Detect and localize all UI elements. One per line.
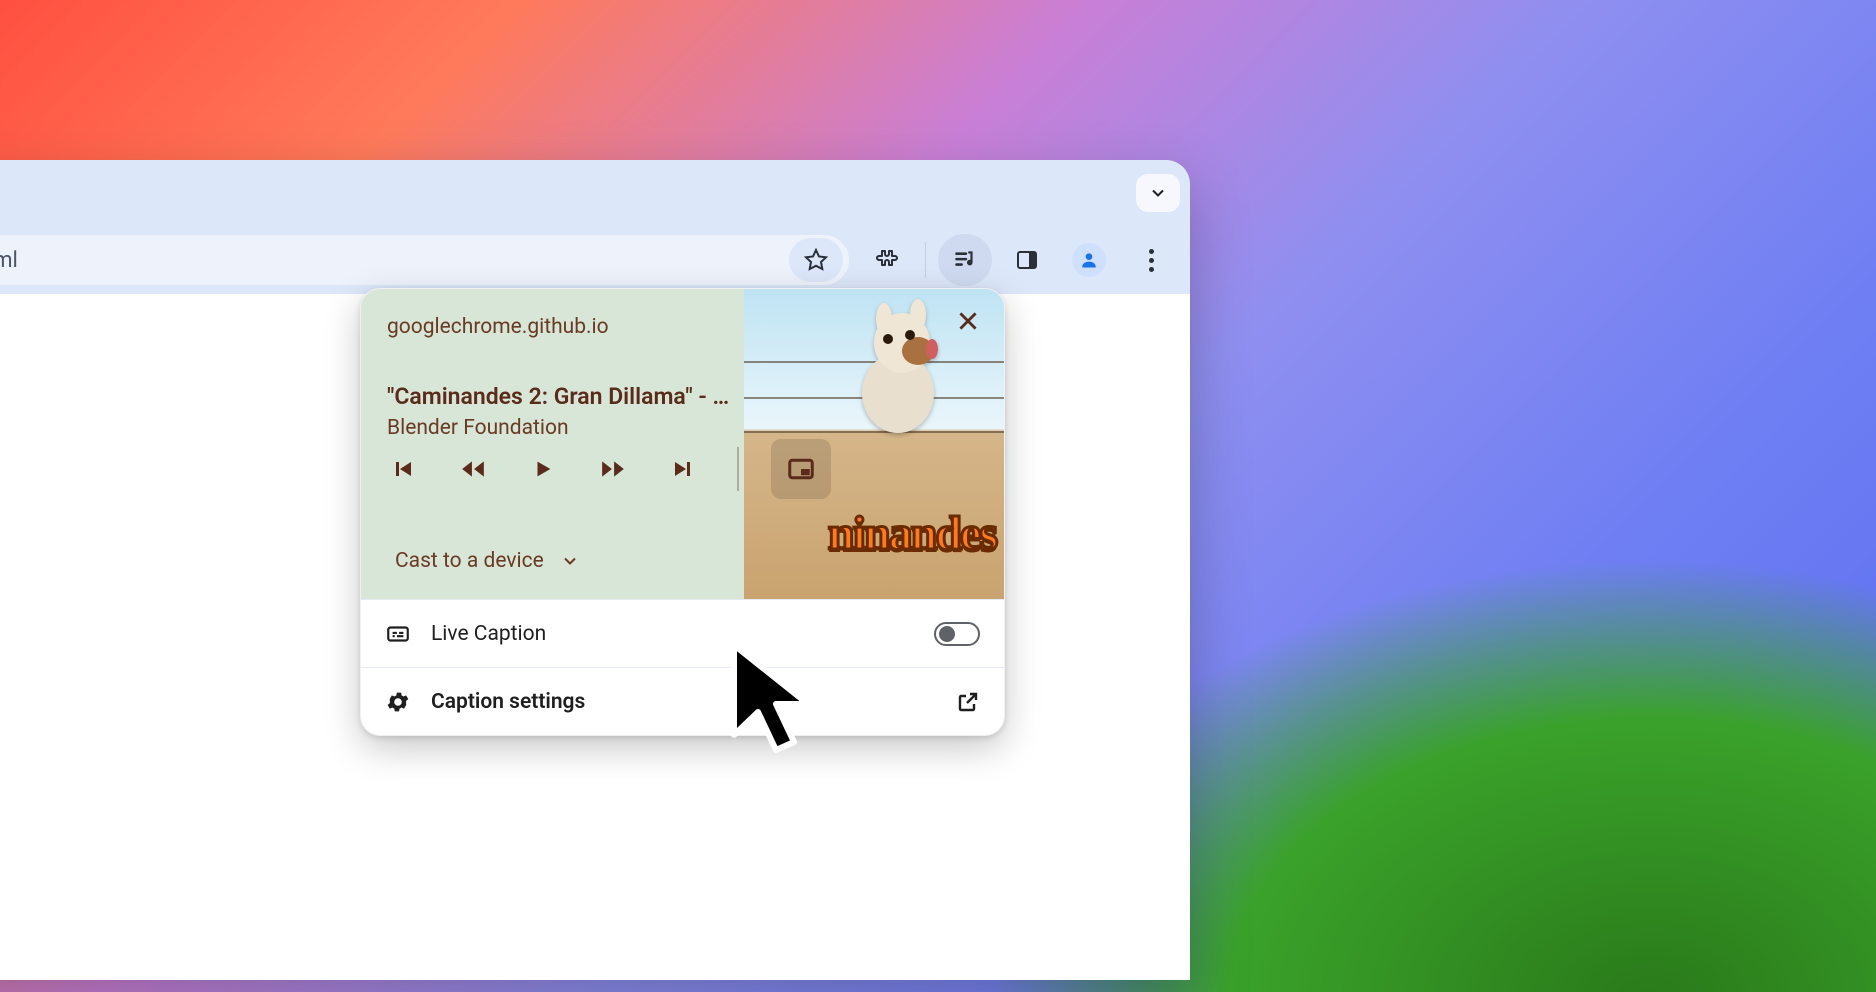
gear-icon: [385, 689, 411, 715]
caption-settings-row[interactable]: Caption settings: [361, 667, 1004, 735]
live-caption-row: Live Caption: [361, 599, 1004, 667]
media-meta: googlechrome.github.io "Caminandes 2: Gr…: [387, 315, 734, 440]
caption-settings-label: Caption settings: [431, 690, 936, 714]
puzzle-icon: [874, 248, 898, 272]
next-track-button[interactable]: [661, 447, 705, 491]
media-controls-button[interactable]: [938, 234, 992, 286]
live-caption-toggle[interactable]: [934, 622, 980, 646]
tab-strip: [0, 160, 1190, 226]
play-button[interactable]: [521, 447, 565, 491]
seek-forward-button[interactable]: [591, 447, 635, 491]
close-icon: [955, 308, 981, 334]
vertical-dots-icon: [1149, 249, 1154, 272]
media-controls: [381, 439, 831, 499]
music-queue-icon: [952, 247, 978, 273]
star-icon: [804, 248, 828, 272]
rewind-icon: [460, 456, 486, 482]
live-caption-label: Live Caption: [431, 622, 914, 646]
avatar: [1072, 243, 1106, 277]
side-panel-button[interactable]: [1000, 234, 1054, 286]
person-icon: [1079, 250, 1099, 270]
open-in-new-icon: [956, 690, 980, 714]
chevron-down-icon: [560, 551, 580, 571]
media-thumbnail-wordmark: ninandes: [828, 506, 996, 561]
cast-label: Cast to a device: [395, 549, 544, 573]
dismiss-media-button[interactable]: [948, 301, 988, 341]
toolbar-actions: [855, 234, 1178, 286]
media-artist: Blender Foundation: [387, 416, 734, 440]
media-card: ninandes googlechrome.github.io "Caminan…: [361, 289, 1004, 599]
skip-previous-icon: [391, 457, 415, 481]
controls-separator: [737, 447, 739, 491]
cast-to-device-button[interactable]: Cast to a device: [395, 549, 580, 573]
chrome-window: ession/video.html: [0, 160, 1190, 980]
previous-track-button[interactable]: [381, 447, 425, 491]
chevron-down-icon: [1148, 183, 1168, 203]
captions-icon: [385, 621, 411, 647]
media-title: "Caminandes 2: Gran Dillama" - Ble…: [387, 383, 734, 410]
seek-backward-button[interactable]: [451, 447, 495, 491]
sidepanel-icon: [1015, 248, 1039, 272]
media-source: googlechrome.github.io: [387, 315, 734, 339]
pip-icon: [786, 454, 816, 484]
tab-search-button[interactable]: [1136, 174, 1180, 212]
address-bar[interactable]: ession/video.html: [0, 235, 849, 285]
play-icon: [532, 458, 554, 480]
extensions-button[interactable]: [859, 234, 913, 286]
picture-in-picture-button[interactable]: [771, 439, 831, 499]
media-control-popup: ninandes googlechrome.github.io "Caminan…: [360, 288, 1005, 736]
address-bar-text: ession/video.html: [0, 248, 789, 273]
skip-next-icon: [671, 457, 695, 481]
toolbar: ession/video.html: [0, 226, 1190, 294]
profile-button[interactable]: [1062, 234, 1116, 286]
chrome-menu-button[interactable]: [1124, 234, 1178, 286]
toolbar-separator: [925, 242, 926, 278]
bookmark-button[interactable]: [789, 238, 843, 282]
fast-forward-icon: [600, 456, 626, 482]
